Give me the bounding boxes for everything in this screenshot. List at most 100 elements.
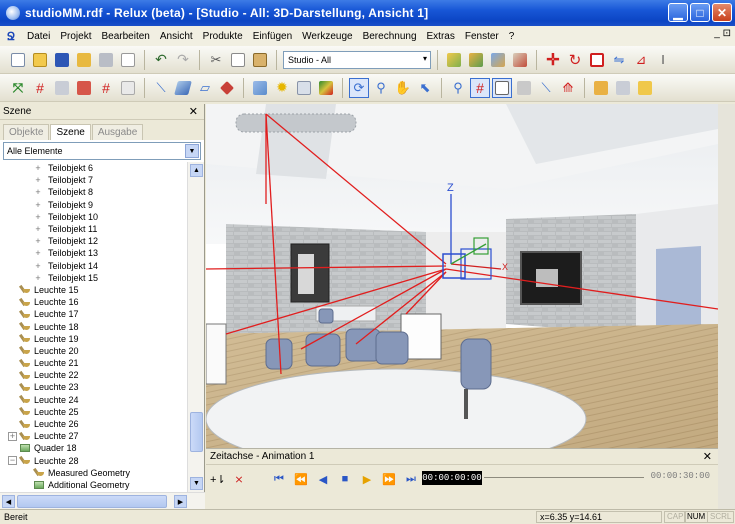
tree-item[interactable]: Leuchte 15 bbox=[0, 284, 186, 296]
expand-icon[interactable]: + bbox=[34, 261, 42, 271]
draw-cut-icon[interactable] bbox=[217, 78, 237, 98]
tab-objekte[interactable]: Objekte bbox=[3, 124, 50, 140]
tree-item[interactable]: + Leuchte 27 bbox=[0, 430, 186, 442]
scrollbar-thumb[interactable] bbox=[17, 495, 167, 508]
print-preview-icon[interactable] bbox=[118, 50, 138, 70]
tab-ausgabe[interactable]: Ausgabe bbox=[91, 124, 144, 140]
expand-icon[interactable]: + bbox=[34, 212, 42, 222]
tree-horizontal-scrollbar[interactable]: ◀ ▶ bbox=[0, 492, 205, 509]
scroll-down-icon[interactable]: ▼ bbox=[190, 477, 203, 490]
expand-icon[interactable]: + bbox=[34, 273, 42, 283]
menu-datei[interactable]: Datei bbox=[22, 31, 55, 42]
snap-grid-icon[interactable]: # bbox=[96, 78, 116, 98]
expand-icon[interactable]: − bbox=[8, 456, 17, 466]
delete-object-icon[interactable] bbox=[510, 50, 530, 70]
document-menu-icon[interactable]: Ջ bbox=[4, 29, 18, 43]
copy-icon[interactable] bbox=[228, 50, 248, 70]
expand-icon[interactable]: + bbox=[34, 224, 42, 234]
maximize-button[interactable]: □ bbox=[690, 3, 710, 22]
tree-item[interactable]: Additional Geometry bbox=[0, 479, 186, 491]
tree-item[interactable]: Measured Geometry bbox=[0, 467, 186, 479]
tree-item[interactable]: + Teilobjekt 14 bbox=[0, 260, 186, 272]
add-keyframe-icon[interactable]: +⇂ bbox=[210, 473, 226, 486]
open-project-icon[interactable] bbox=[74, 50, 94, 70]
luminaire-icon[interactable] bbox=[250, 78, 270, 98]
elevation-icon[interactable] bbox=[74, 78, 94, 98]
select-pointer-icon[interactable]: ⬉ bbox=[415, 78, 435, 98]
menu-bearbeiten[interactable]: Bearbeiten bbox=[96, 31, 154, 42]
step-back-icon[interactable]: ◀ bbox=[316, 473, 330, 486]
align-icon[interactable]: ⊿ bbox=[631, 50, 651, 70]
isolines-icon[interactable] bbox=[316, 78, 336, 98]
pan-hand-icon[interactable]: ✋ bbox=[393, 78, 413, 98]
zoom-window-icon[interactable]: ⚲ bbox=[448, 78, 468, 98]
close-icon[interactable]: ✕ bbox=[703, 450, 712, 463]
tree-item[interactable]: Quader 18 bbox=[0, 442, 186, 454]
scroll-left-icon[interactable]: ◀ bbox=[2, 495, 15, 508]
undo-icon[interactable]: ↶ bbox=[151, 50, 171, 70]
menu-fenster[interactable]: Fenster bbox=[460, 31, 504, 42]
view-split-icon[interactable] bbox=[492, 77, 512, 98]
rotate-icon[interactable]: ↻ bbox=[565, 50, 585, 70]
tree-item[interactable]: + Teilobjekt 6 bbox=[0, 162, 186, 174]
expand-icon[interactable]: + bbox=[8, 431, 17, 441]
light-icon[interactable]: ✹ bbox=[272, 78, 292, 98]
mdi-controls[interactable]: _ ⊡ bbox=[714, 28, 731, 39]
tree-item[interactable]: Leuchte 16 bbox=[0, 296, 186, 308]
insert-objects-icon[interactable] bbox=[444, 50, 464, 70]
tree-item[interactable]: Leuchte 17 bbox=[0, 308, 186, 320]
raster-icon[interactable] bbox=[118, 78, 138, 98]
menu-help[interactable]: ? bbox=[504, 31, 520, 42]
tree-item[interactable]: Leuchte 22 bbox=[0, 369, 186, 381]
material-icon[interactable] bbox=[591, 78, 611, 98]
cube-yellow-icon[interactable] bbox=[635, 78, 655, 98]
close-icon[interactable]: ✕ bbox=[189, 105, 198, 118]
grid-icon[interactable]: # bbox=[30, 78, 50, 98]
menu-einfuegen[interactable]: Einfügen bbox=[248, 31, 297, 42]
tree-item[interactable]: + Teilobjekt 9 bbox=[0, 199, 186, 211]
tree-item[interactable]: + Teilobjekt 15 bbox=[0, 272, 186, 284]
element-filter-select[interactable]: Alle Elemente ▼ bbox=[3, 142, 201, 160]
scroll-up-icon[interactable]: ▲ bbox=[190, 164, 203, 177]
expand-icon[interactable]: + bbox=[34, 248, 42, 258]
draw-line-icon[interactable]: ⟍ bbox=[151, 78, 171, 98]
floor-plan-icon[interactable] bbox=[52, 78, 72, 98]
scrollbar-thumb[interactable] bbox=[190, 412, 203, 452]
tree-item[interactable]: Leuchte 20 bbox=[0, 345, 186, 357]
previous-key-icon[interactable]: ⏪ bbox=[294, 473, 308, 486]
stop-icon[interactable]: ■ bbox=[338, 473, 352, 485]
paste-icon[interactable] bbox=[250, 50, 270, 70]
go-to-start-icon[interactable]: ⏮ bbox=[272, 473, 286, 486]
orbit-icon[interactable]: ⟳ bbox=[349, 77, 369, 98]
menu-extras[interactable]: Extras bbox=[422, 31, 460, 42]
zoom-icon[interactable]: ⚲ bbox=[371, 78, 391, 98]
view-perspective-icon[interactable]: ⟰ bbox=[558, 78, 578, 98]
tree-item[interactable]: + Teilobjekt 8 bbox=[0, 186, 186, 198]
go-to-end-icon[interactable]: ⏭ bbox=[404, 473, 418, 486]
cube-icon[interactable] bbox=[613, 78, 633, 98]
add-object-icon[interactable] bbox=[488, 50, 508, 70]
distribute-icon[interactable]: Ⅰ bbox=[653, 50, 673, 70]
expand-icon[interactable]: + bbox=[34, 175, 42, 185]
close-button[interactable]: ✕ bbox=[712, 3, 732, 22]
redo-icon[interactable]: ↷ bbox=[173, 50, 193, 70]
menu-produkte[interactable]: Produkte bbox=[198, 31, 248, 42]
scene-selector[interactable]: Studio - All ▾ bbox=[283, 50, 431, 69]
expand-icon[interactable]: + bbox=[34, 236, 42, 246]
delete-keyframe-icon[interactable]: ⨯ bbox=[232, 473, 246, 486]
mirror-icon[interactable]: ⇋ bbox=[609, 50, 629, 70]
tree-item[interactable]: + Teilobjekt 10 bbox=[0, 211, 186, 223]
view-edges-icon[interactable]: ⟍ bbox=[536, 78, 556, 98]
3d-viewport[interactable]: Z X bbox=[206, 104, 718, 448]
tree-item[interactable]: − Leuchte 28 bbox=[0, 455, 186, 467]
insert-group-icon[interactable] bbox=[466, 50, 486, 70]
calculation-icon[interactable] bbox=[294, 78, 314, 98]
cut-icon[interactable]: ✂ bbox=[206, 50, 226, 70]
tree-item[interactable]: Leuchte 23 bbox=[0, 381, 186, 393]
title-bar[interactable]: studioMM.rdf - Relux (beta) - [Studio - … bbox=[0, 0, 735, 26]
tree-item[interactable]: Leuchte 18 bbox=[0, 320, 186, 332]
tree-item[interactable]: Leuchte 21 bbox=[0, 357, 186, 369]
axis-icon[interactable]: ⤧ bbox=[8, 78, 28, 98]
view-render-icon[interactable] bbox=[514, 78, 534, 98]
open-folder-icon[interactable] bbox=[30, 50, 50, 70]
